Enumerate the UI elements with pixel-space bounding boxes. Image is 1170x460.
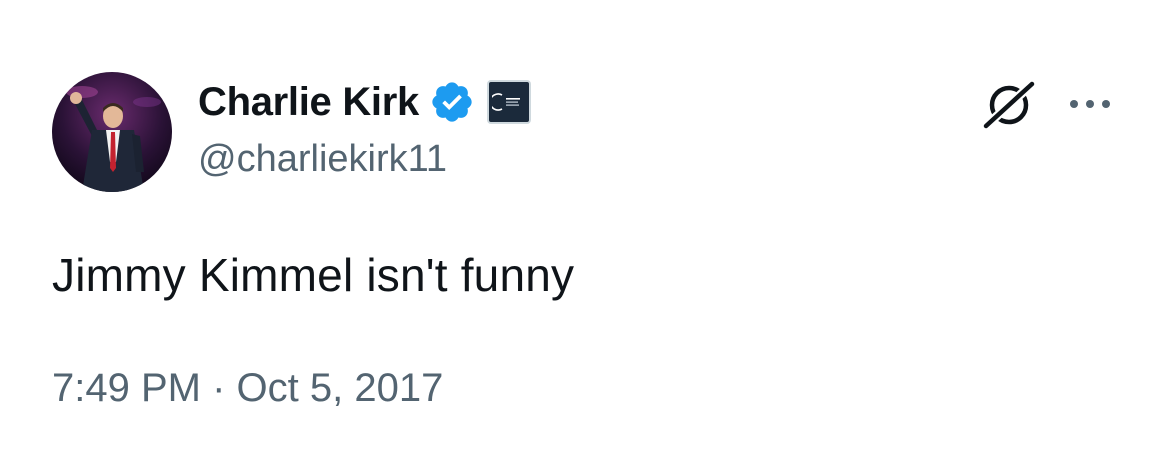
- author-handle[interactable]: @charliekirk11: [198, 138, 447, 181]
- avatar-image: [52, 72, 172, 192]
- verified-check-icon[interactable]: [429, 79, 475, 125]
- author-name-row: Charlie Kirk: [198, 76, 531, 128]
- display-name[interactable]: Charlie Kirk: [198, 80, 419, 125]
- tweet-text: Jimmy Kimmel isn't funny: [52, 249, 575, 301]
- grok-icon[interactable]: [980, 76, 1038, 134]
- tweet: Charlie Kirk @charliekirk11 Jimmy Kimmel…: [0, 0, 1170, 460]
- affiliate-badge-icon[interactable]: [486, 80, 531, 124]
- tweet-timestamp[interactable]: 7:49 PM · Oct 5, 2017: [52, 366, 443, 411]
- avatar[interactable]: [52, 72, 172, 192]
- more-options-icon[interactable]: [1066, 92, 1114, 116]
